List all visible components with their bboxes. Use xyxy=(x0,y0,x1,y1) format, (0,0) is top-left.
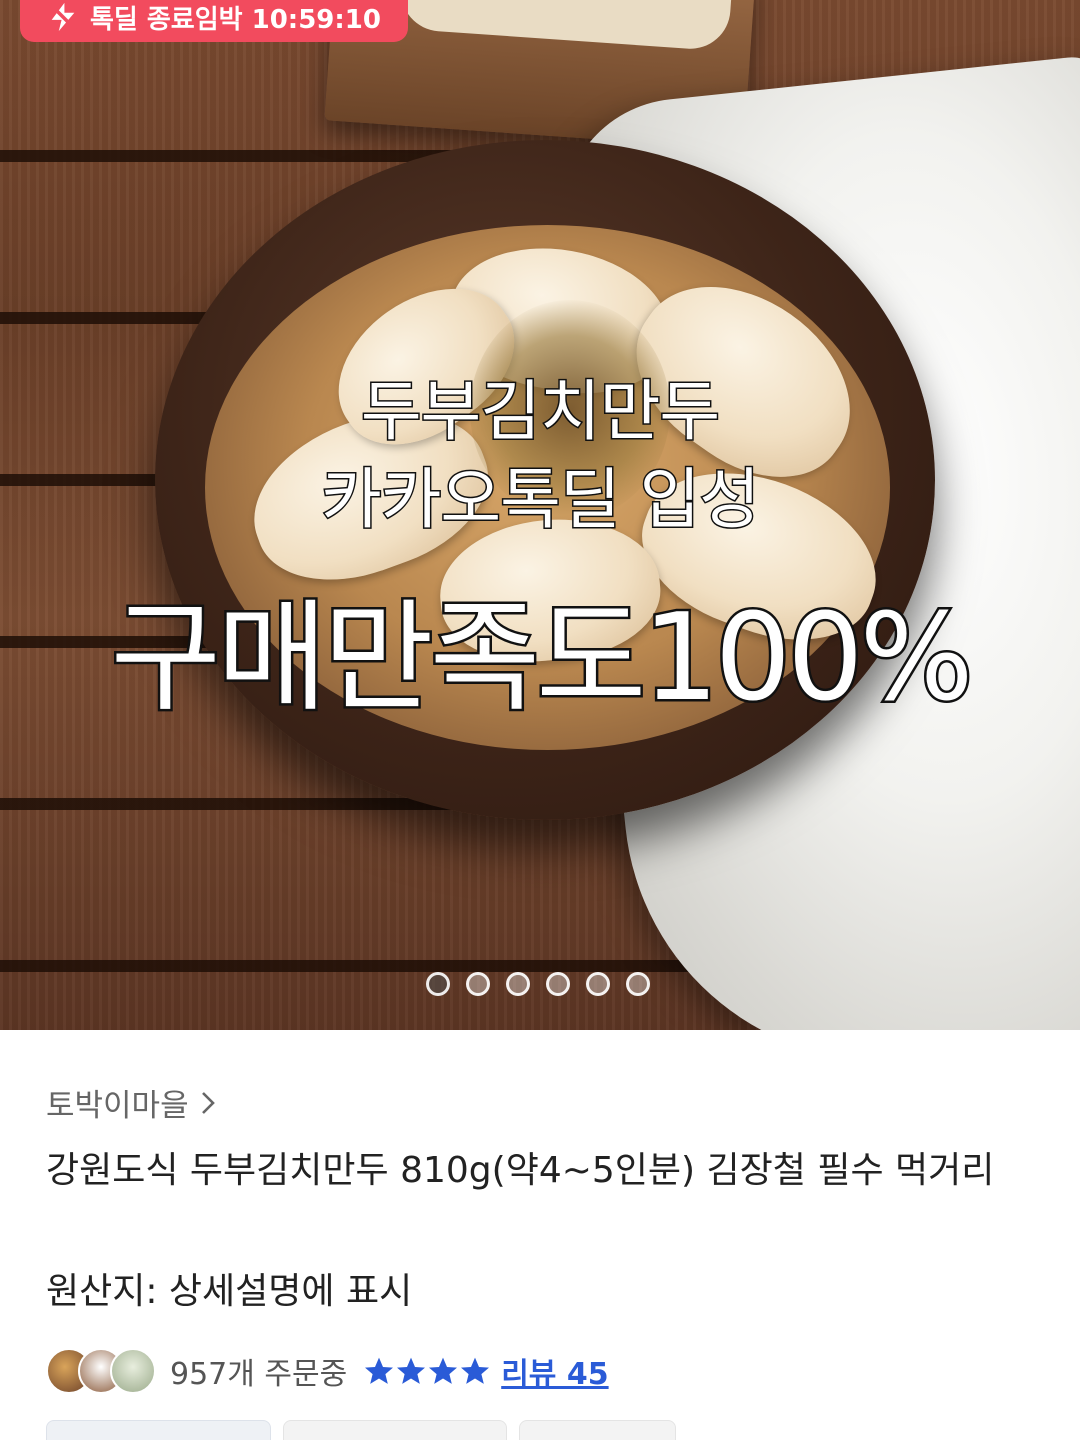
carousel-dot[interactable] xyxy=(586,972,610,996)
seller-link[interactable]: 토박이마을 xyxy=(46,1080,217,1125)
overlay-product-name: 두부김치만두 xyxy=(359,372,721,452)
seller-name: 토박이마을 xyxy=(46,1088,189,1124)
overlay-satisfaction: 구매만족도100% xyxy=(108,587,976,731)
avatar xyxy=(110,1348,156,1394)
lightning-icon xyxy=(46,0,80,34)
overlay-subtitle: 카카오톡딜 입성 xyxy=(319,460,761,540)
chevron-right-icon xyxy=(201,1091,215,1114)
deal-timer-label: 톡딜 종료임박 10:59:10 xyxy=(90,4,381,35)
benefit-chip[interactable] xyxy=(282,1420,508,1440)
product-stats: 957개 주문중 리뷰 45 xyxy=(46,1344,609,1398)
product-image-carousel[interactable]: 두부김치만두 카카오톡딜 입성 구매만족도100% 톡딜 종료임박 10:59:… xyxy=(0,0,1080,1030)
star-icon xyxy=(461,1357,490,1384)
buyer-avatars xyxy=(46,1348,156,1394)
carousel-dot[interactable] xyxy=(506,972,530,996)
star-icon xyxy=(397,1357,426,1384)
benefit-chips xyxy=(46,1420,676,1440)
carousel-dot[interactable] xyxy=(626,972,650,996)
product-info: 토박이마을 강원도식 두부김치만두 810g(약4~5인분) 김장철 필수 먹거… xyxy=(0,1030,1080,1440)
star-icon xyxy=(429,1357,458,1384)
review-count-link[interactable]: 리뷰 45 xyxy=(501,1349,608,1393)
product-origin: 원산지: 상세설명에 표시 xyxy=(46,1271,413,1312)
product-title: 강원도식 두부김치만두 810g(약4~5인분) 김장철 필수 먹거리 xyxy=(46,1150,995,1191)
carousel-dot[interactable] xyxy=(426,972,450,996)
benefit-chip[interactable] xyxy=(519,1420,676,1440)
star-icon xyxy=(365,1357,394,1384)
carousel-dot[interactable] xyxy=(466,972,490,996)
benefit-chip[interactable] xyxy=(46,1420,271,1440)
carousel-dot[interactable] xyxy=(546,972,570,996)
carousel-indicator[interactable] xyxy=(426,972,650,996)
order-count: 957개 주문중 xyxy=(170,1357,348,1392)
rating-stars xyxy=(363,1355,491,1387)
deal-timer-badge: 톡딜 종료임박 10:59:10 xyxy=(20,0,408,42)
